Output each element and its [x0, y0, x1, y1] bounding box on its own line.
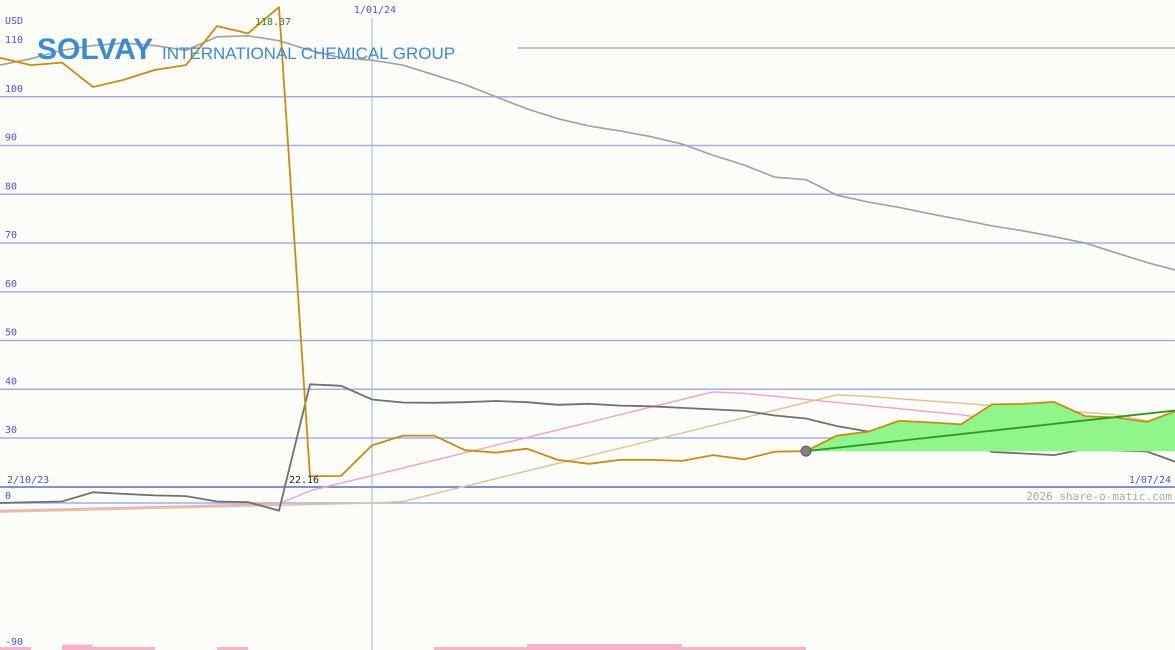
grid-layer: 30 40 50 60 70 80 90 100 110 — [0, 18, 1175, 650]
y-tick-80: 80 — [5, 181, 17, 192]
y-tick-100: 100 — [5, 84, 23, 95]
indicator-bottom-tick: -90 — [5, 637, 23, 648]
stock-chart: 30 40 50 60 70 80 90 100 110 USD SOLVAY INTERNAT… — [0, 5, 1175, 650]
y-tick-60: 60 — [5, 279, 17, 290]
y-tick-110: 110 — [5, 35, 23, 46]
company-logo: SOLVAY — [37, 33, 153, 66]
x-end-label: 1/07/24 — [1129, 475, 1171, 486]
x-start-label: 2/10/23 — [7, 475, 49, 486]
volume-bar — [527, 644, 682, 650]
y-tick-90: 90 — [5, 133, 17, 144]
trough-price-label: 22.16 — [289, 475, 319, 486]
trend-fill-area — [806, 401, 1175, 452]
volume-bar — [62, 644, 93, 650]
moving-average-line — [0, 34, 1175, 271]
price-layer — [0, 6, 1175, 478]
credit-label: 2026 share-o-matic.com — [1026, 490, 1172, 503]
peak-price-label: 118.37 — [255, 17, 291, 28]
x-marker-label: 1/01/24 — [354, 5, 396, 16]
trend-start-point — [800, 445, 812, 457]
y-tick-30: 30 — [5, 425, 17, 436]
y-tick-40: 40 — [5, 376, 17, 387]
y-tick-70: 70 — [5, 230, 17, 241]
y-tick-50: 50 — [5, 328, 17, 339]
indicator-top-tick: 0 — [5, 491, 11, 502]
company-subtitle: INTERNATIONAL CHEMICAL GROUP — [162, 44, 455, 63]
currency-label: USD — [5, 16, 23, 27]
